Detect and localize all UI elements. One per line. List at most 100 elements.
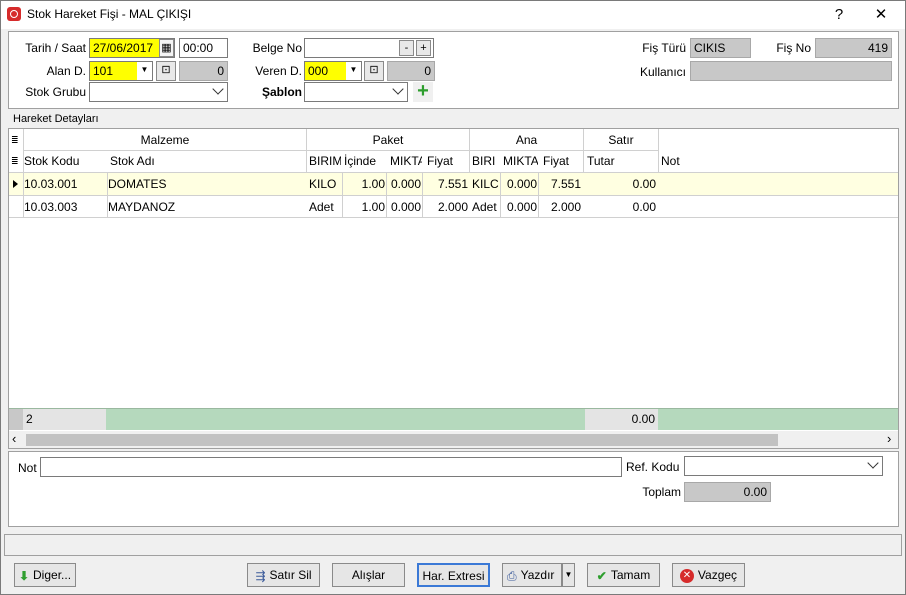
down-arrow-icon: ⬇ (18, 568, 30, 583)
help-button[interactable]: ? (825, 5, 853, 25)
fis-turu-value: CIKIS (690, 38, 751, 58)
stok-grubu-select[interactable] (89, 82, 228, 102)
belge-minus-button[interactable]: - (399, 40, 414, 56)
not-input[interactable] (40, 457, 622, 477)
cell-ana-birim[interactable]: KILC (472, 173, 500, 195)
cell-stok-adi[interactable]: MAYDANOZ (108, 196, 304, 218)
cell-stok-kodu[interactable]: 10.03.001 (24, 173, 107, 195)
divider (386, 173, 387, 217)
alislar-button[interactable]: Alışlar (332, 563, 405, 587)
fis-turu-label: Fiş Türü (642, 41, 686, 55)
col-ana-birim[interactable]: BIRI (472, 154, 499, 168)
belge-label: Belge No (252, 41, 302, 55)
col-tutar[interactable]: Tutar (587, 154, 657, 168)
tamam-label: Tamam (610, 568, 651, 582)
col-stok-adi[interactable]: Stok Adı (110, 154, 210, 168)
add-sablon-icon[interactable]: + (413, 81, 433, 102)
col-paket-icinde[interactable]: İçinde (344, 154, 386, 168)
column-menu-icon[interactable]: ≣ (11, 156, 19, 167)
cell-paket-birim[interactable]: Adet (309, 196, 341, 218)
cell-paket-birim[interactable]: KILO (309, 173, 341, 195)
col-stok-kodu[interactable]: Stok Kodu (24, 154, 104, 168)
cell-paket-fiyat[interactable]: 7.551 (423, 173, 468, 195)
cell-ana-fiyat[interactable]: 2.000 (539, 196, 581, 218)
col-paket-birim[interactable]: BIRIM (309, 154, 341, 168)
cell-stok-kodu[interactable]: 10.03.003 (24, 196, 107, 218)
col-not[interactable]: Not (661, 154, 741, 168)
tamam-button[interactable]: ✔ Tamam (587, 563, 660, 587)
not-label: Not (18, 461, 37, 475)
saat-input[interactable]: 00:00 (179, 38, 228, 58)
divider (422, 173, 423, 217)
alan-dropdown-icon[interactable]: ▼ (137, 62, 152, 80)
cell-paket-fiyat[interactable]: 2.000 (423, 196, 468, 218)
cell-ana-fiyat[interactable]: 7.551 (539, 173, 581, 195)
sablon-select[interactable] (304, 82, 408, 102)
cell-ana-birim[interactable]: Adet (472, 196, 500, 218)
ref-kodu-select[interactable] (684, 456, 883, 476)
calendar-icon[interactable]: ▦ (159, 39, 174, 57)
checkmark-icon: ✔ (596, 568, 607, 583)
scroll-left-icon[interactable]: ‹ (12, 432, 16, 446)
col-ana-fiyat[interactable]: Fiyat (543, 154, 583, 168)
veren-lookup-icon[interactable]: ⊡ (364, 61, 384, 81)
cell-tutar[interactable]: 0.00 (585, 196, 656, 218)
column-menu-icon[interactable]: ≣ (11, 135, 19, 146)
group-paket: Paket (372, 133, 404, 147)
cell-stok-adi[interactable]: DOMATES (108, 173, 304, 195)
alan-number: 0 (179, 61, 228, 81)
cell-tutar[interactable]: 0.00 (585, 173, 656, 195)
title-bar: Stok Hareket Fişi - MAL ÇIKIŞI ? ✕ (1, 1, 905, 29)
yazdir-label: Yazdır (520, 568, 555, 582)
table-row[interactable]: 10.03.001 DOMATES KILO 1.00 0.000 7.551 … (9, 173, 898, 195)
horizontal-scrollbar[interactable]: ‹ › (9, 431, 898, 448)
divider (342, 173, 343, 217)
col-ana-miktar[interactable]: MIKTA (503, 154, 538, 168)
cell-ana-miktar[interactable]: 0.000 (501, 196, 537, 218)
scroll-thumb[interactable] (26, 434, 778, 446)
fis-no-value: 419 (815, 38, 892, 58)
close-button[interactable]: ✕ (867, 5, 895, 25)
footer-indicator (9, 409, 23, 430)
divider (107, 173, 108, 217)
col-paket-fiyat[interactable]: Fiyat (427, 154, 467, 168)
har-extresi-button[interactable]: Har. Extresi (417, 563, 490, 587)
col-paket-miktar[interactable]: MIKTA (390, 154, 422, 168)
divider (23, 173, 24, 217)
scroll-right-icon[interactable]: › (887, 432, 891, 446)
yazdir-dropdown-button[interactable]: ▼ (562, 563, 575, 587)
grid-footer: 2 0.00 (9, 408, 898, 430)
divider (500, 173, 501, 217)
table-row[interactable]: 10.03.003 MAYDANOZ Adet 1.00 0.000 2.000… (9, 196, 898, 218)
vazgec-button[interactable]: ✕ Vazgeç (672, 563, 745, 587)
cell-not[interactable] (661, 173, 891, 195)
cell-paket-icinde[interactable]: 1.00 (343, 196, 385, 218)
toplam-label: Toplam (642, 485, 681, 499)
divider (23, 150, 658, 151)
belge-plus-button[interactable]: + (416, 40, 431, 56)
kullanici-value (690, 61, 892, 81)
ref-kodu-label: Ref. Kodu (626, 460, 680, 474)
veren-dropdown-icon[interactable]: ▼ (346, 62, 361, 80)
cell-ana-miktar[interactable]: 0.000 (501, 173, 537, 195)
print-preview-icon: ⎙ (507, 568, 517, 583)
kullanici-label: Kullanıcı (639, 65, 686, 79)
header-panel: Tarih / Saat 27/06/2017 ▦ 00:00 Alan D. … (8, 31, 899, 109)
group-malzeme: Malzeme (140, 133, 190, 147)
satir-sil-label: Satır Sil (269, 568, 312, 582)
row-indicator-icon (13, 180, 18, 188)
cell-paket-icinde[interactable]: 1.00 (343, 173, 385, 195)
yazdir-button[interactable]: ⎙ Yazdır (502, 563, 562, 587)
satir-sil-button[interactable]: ⇶ Satır Sil (247, 563, 320, 587)
cell-not[interactable] (661, 196, 891, 218)
stok-grubu-label: Stok Grubu (25, 85, 86, 99)
group-ana: Ana (515, 133, 538, 147)
cell-paket-miktar[interactable]: 0.000 (387, 196, 421, 218)
cell-paket-miktar[interactable]: 0.000 (387, 173, 421, 195)
belge-input[interactable] (304, 38, 434, 58)
diger-button[interactable]: ⬇ Diger... (14, 563, 76, 587)
alan-lookup-icon[interactable]: ⊡ (156, 61, 176, 81)
footer-count: 2 (26, 412, 33, 426)
cancel-icon: ✕ (679, 568, 694, 583)
fis-no-label: Fiş No (776, 41, 811, 55)
